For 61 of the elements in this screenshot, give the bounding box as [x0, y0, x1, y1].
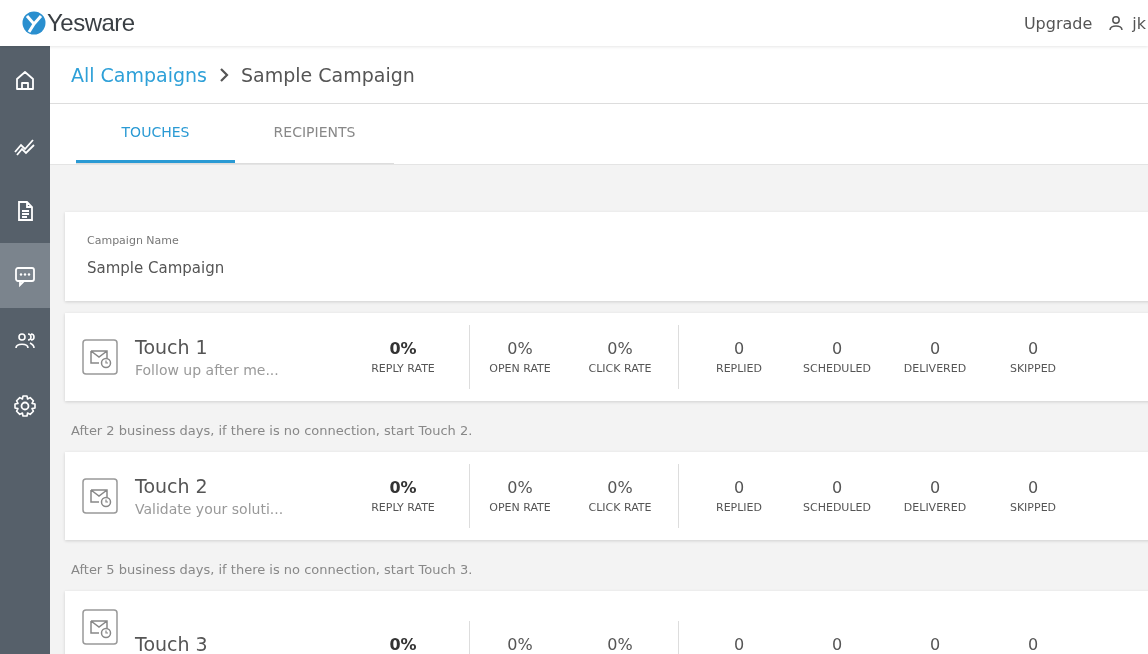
metric-value: 0: [831, 478, 843, 497]
metric-value: 0: [1027, 478, 1039, 497]
metric-value: 0%: [507, 478, 533, 497]
metric-label: SCHEDULED: [803, 362, 871, 375]
field-label: Campaign Name: [87, 234, 179, 247]
logo-text: Yesware: [47, 9, 135, 37]
metric-label: REPLY RATE: [371, 501, 435, 514]
metric-label: REPLY RATE: [371, 362, 435, 375]
touch-title: Touch 2: [135, 475, 208, 497]
metric-value: 0%: [389, 478, 417, 497]
touch-card[interactable]: Touch 3 0% 0% 0% 0 0 0 0: [65, 591, 1148, 654]
touch-condition-text: After 5 business days, if there is no connection, start Touch 3.: [70, 561, 474, 579]
metric-label: OPEN RATE: [489, 362, 551, 375]
home-icon: [13, 68, 37, 93]
metric-value: 0: [733, 339, 745, 358]
metric-value: 0%: [607, 339, 633, 358]
metric-label: OPEN RATE: [489, 501, 551, 514]
campaign-name-value: Sample Campaign: [87, 259, 225, 277]
metric-value: 0: [831, 339, 843, 358]
metric-value: 0%: [507, 339, 533, 358]
scheduled-email-icon: [82, 339, 118, 375]
metric-value: 0: [929, 478, 941, 497]
logo-icon: [22, 11, 46, 35]
touch-subject: Validate your soluti...: [135, 501, 284, 517]
chevron-right-icon: [219, 67, 229, 82]
metric-value: 0%: [389, 634, 417, 654]
breadcrumb-current: Sample Campaign: [241, 63, 415, 86]
touch-subject: Follow up after me...: [135, 362, 279, 378]
touch-condition-text: After 2 business days, if there is no connection, start Touch 2.: [70, 422, 474, 440]
touch-card[interactable]: Touch 1 Follow up after me... 0% REPLY RATE 0% OPEN RATE 0% CLICK RATE 0 REPLIED 0 SCHEDULED 0 DELIVERED 0 SKIPPED: [65, 313, 1148, 401]
metric-label: CLICK RATE: [588, 362, 652, 375]
user-icon[interactable]: [1108, 15, 1125, 31]
settings-icon: [13, 393, 37, 418]
metric-value: 0: [929, 634, 941, 654]
metric-label: SKIPPED: [1009, 362, 1057, 375]
user-name[interactable]: jk: [1132, 13, 1146, 33]
metric-value: 0: [733, 478, 745, 497]
sidebar-item[interactable]: [0, 243, 50, 308]
scheduled-email-icon: [82, 478, 118, 514]
metric-value: 0: [1027, 339, 1039, 358]
metric-label: SCHEDULED: [803, 501, 871, 514]
metric-value: 0%: [389, 339, 417, 358]
metric-label: REPLIED: [716, 362, 762, 375]
metric-label: REPLIED: [716, 501, 762, 514]
metric-value: 0%: [607, 634, 633, 654]
metric-value: 0%: [607, 478, 633, 497]
metric-label: DELIVERED: [903, 501, 967, 514]
metric-label: SKIPPED: [1009, 501, 1057, 514]
touch-title: Touch 3: [135, 633, 208, 654]
scheduled-email-icon: [82, 609, 118, 645]
touch-title: Touch 1: [135, 336, 208, 358]
tab[interactable]: RECIPIENTS: [235, 104, 394, 163]
metric-value: 0: [929, 339, 941, 358]
metric-label: CLICK RATE: [588, 501, 652, 514]
metric-value: 0: [831, 634, 843, 654]
metric-label: DELIVERED: [903, 362, 967, 375]
upgrade-link[interactable]: Upgrade: [1023, 13, 1093, 33]
metric-value: 0: [733, 634, 745, 654]
metric-value: 0: [1027, 634, 1039, 654]
metric-value: 0%: [507, 634, 533, 654]
touch-card[interactable]: Touch 2 Validate your soluti... 0% REPLY RATE 0% OPEN RATE 0% CLICK RATE 0 REPLIED 0 SCHEDULED 0 DELIVERED 0 SKIPPED: [65, 452, 1148, 540]
